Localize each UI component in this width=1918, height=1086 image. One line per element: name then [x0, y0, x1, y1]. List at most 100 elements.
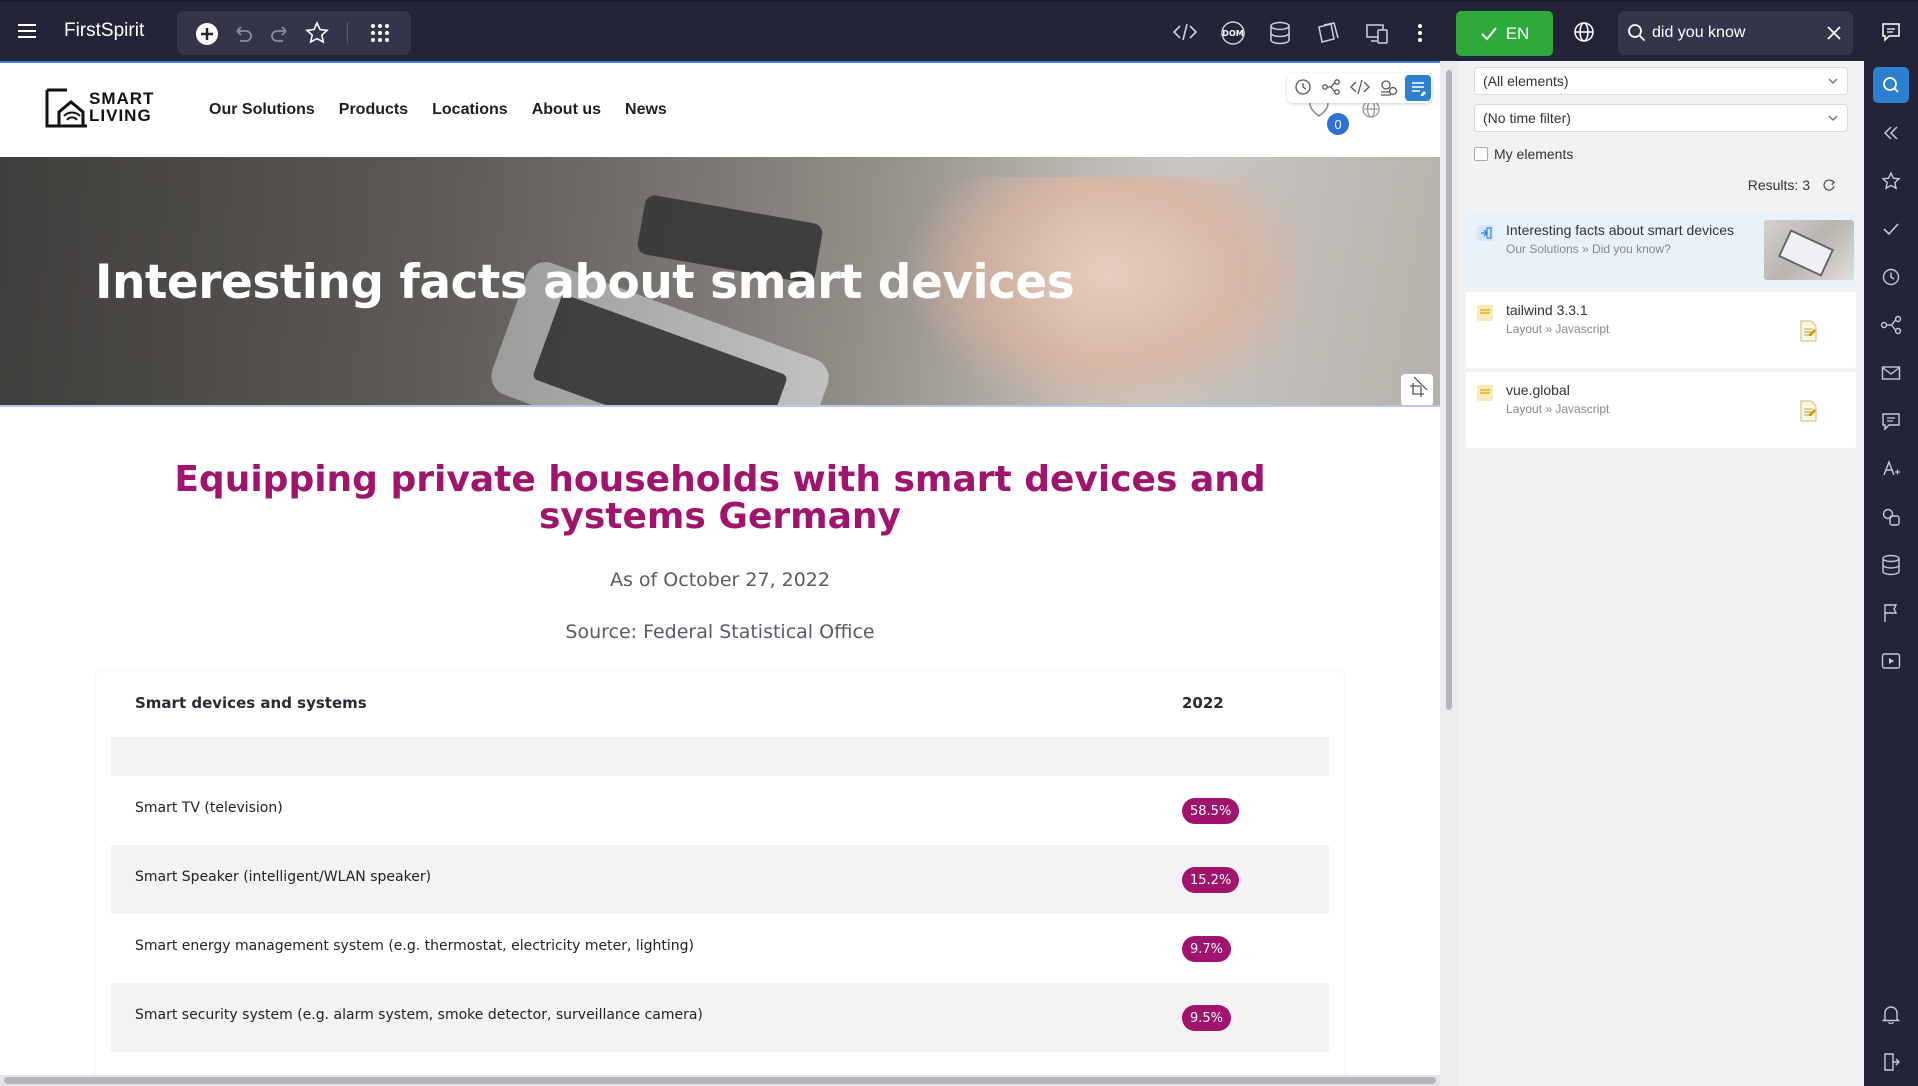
table-row-empty: [111, 737, 1329, 776]
content-heading: Equipping private households with smart …: [174, 459, 1266, 537]
video-play-icon: [1881, 653, 1901, 669]
app-grid-icon[interactable]: [369, 22, 391, 44]
structure-tree-icon[interactable]: [1321, 78, 1341, 100]
source-code-icon[interactable]: [1172, 22, 1198, 42]
source-line: Source: Federal Statistical Office: [565, 621, 875, 643]
comments-icon[interactable]: [1880, 21, 1902, 43]
table-cell-label: Smart TV (television): [135, 800, 283, 816]
undo-icon[interactable]: [232, 23, 254, 43]
time-filter[interactable]: (No time filter): [1474, 104, 1848, 132]
rail-search-button[interactable]: [1873, 67, 1909, 103]
table-cell-label: Smart security system (e.g. alarm system…: [135, 1007, 703, 1023]
database-icon: [1882, 554, 1900, 576]
redo-icon[interactable]: [269, 23, 291, 43]
history-icon[interactable]: [1294, 78, 1312, 100]
logo-line-2: LIVING: [89, 106, 152, 125]
rail-logout-button[interactable]: [1873, 1044, 1909, 1080]
workflow-icon[interactable]: [1378, 78, 1398, 102]
chevron-down-icon: [1828, 115, 1838, 122]
rail-media-button[interactable]: [1873, 643, 1909, 679]
page-reference-icon: [1477, 225, 1493, 241]
horizontal-scrollbar-thumb[interactable]: [4, 1077, 1436, 1084]
rail-collapse-button[interactable]: [1873, 115, 1909, 151]
table-header-devices: Smart devices and systems: [135, 694, 367, 712]
toolbar-divider: [347, 22, 348, 44]
star-icon: [1881, 171, 1901, 190]
add-icon[interactable]: [195, 22, 219, 46]
search-input[interactable]: [1652, 20, 1812, 46]
time-filter-value: (No time filter): [1483, 110, 1571, 126]
nav-our-solutions[interactable]: Our Solutions: [209, 101, 315, 119]
value-badge: 15.2%: [1182, 867, 1240, 893]
shapes-icon: [1882, 508, 1900, 526]
refresh-icon[interactable]: [1822, 178, 1836, 192]
nav-locations[interactable]: Locations: [432, 101, 508, 119]
element-edit-toolbar: [1287, 73, 1432, 103]
rail-translate-button[interactable]: [1873, 451, 1909, 487]
rail-structure-button[interactable]: [1873, 307, 1909, 343]
result-thumbnail: [1764, 220, 1854, 280]
responsive-preview-icon[interactable]: [1365, 21, 1389, 45]
rail-favorites-button[interactable]: [1873, 163, 1909, 199]
nav-about-us[interactable]: About us: [532, 101, 601, 119]
document-icon: [1800, 320, 1817, 342]
chevron-down-icon: [1828, 78, 1838, 85]
edit-tool-group: [177, 11, 411, 55]
search-box: [1618, 11, 1853, 55]
hero-banner: Interesting facts about smart devices: [0, 157, 1440, 407]
element-type-filter[interactable]: (All elements): [1474, 67, 1848, 95]
flag-icon: [1884, 604, 1898, 622]
script-file-icon: [1477, 305, 1493, 321]
nav-news[interactable]: News: [625, 101, 667, 119]
rail-chat-button[interactable]: [1873, 403, 1909, 439]
rail-shapes-button[interactable]: [1873, 499, 1909, 535]
checkmark-icon: [1480, 26, 1497, 40]
rail-tasks-button[interactable]: [1873, 211, 1909, 247]
hamburger-menu-icon[interactable]: [16, 20, 38, 42]
statistics-table: Smart devices and systems 2022 Smart TV …: [96, 672, 1344, 1075]
globe-icon[interactable]: [1573, 21, 1595, 43]
rail-notifications-button[interactable]: [1873, 996, 1909, 1032]
favorite-star-icon[interactable]: [305, 21, 329, 45]
my-elements-checkbox[interactable]: [1474, 147, 1488, 161]
more-options-icon[interactable]: [1416, 22, 1424, 44]
code-view-icon[interactable]: [1349, 78, 1371, 100]
my-elements-toggle[interactable]: My elements: [1474, 146, 1573, 162]
nav-products[interactable]: Products: [339, 101, 408, 119]
table-cell-label: Smart energy management system (e.g. the…: [135, 938, 694, 954]
dom-inspector-icon[interactable]: DOM: [1220, 21, 1246, 45]
results-summary: Results: 3: [1748, 177, 1836, 193]
result-path: Layout » Javascript: [1506, 402, 1610, 416]
search-icon: [1883, 77, 1899, 93]
language-button[interactable]: EN: [1456, 11, 1553, 56]
search-results-panel: (All elements) (No time filter) My eleme…: [1458, 61, 1864, 1086]
site-header: SMART LIVING Our Solutions Products Loca…: [0, 61, 1440, 156]
table-row: Smart Speaker (intelligent/WLAN speaker)…: [111, 845, 1329, 914]
result-title: tailwind 3.3.1: [1506, 302, 1588, 318]
edit-content-button[interactable]: [1405, 75, 1431, 101]
double-chevron-left-icon: [1883, 126, 1898, 140]
table-cell-label: Smart Speaker (intelligent/WLAN speaker): [135, 869, 432, 885]
logout-door-icon: [1884, 1053, 1900, 1071]
rail-flag-button[interactable]: [1873, 595, 1909, 631]
search-result-item[interactable]: tailwind 3.3.1 Layout » Javascript: [1466, 292, 1856, 368]
database-icon[interactable]: [1269, 21, 1291, 45]
table-row: Smart security system (e.g. alarm system…: [111, 983, 1329, 1052]
rail-database-button[interactable]: [1873, 547, 1909, 583]
vertical-scrollbar-thumb[interactable]: [1446, 70, 1452, 710]
logo-line-1: SMART: [89, 89, 155, 108]
table-row: Smart energy management system (e.g. the…: [111, 914, 1329, 983]
search-result-item[interactable]: vue.global Layout » Javascript: [1466, 372, 1856, 448]
rail-messages-button[interactable]: [1873, 355, 1909, 391]
edit-pencil-icon[interactable]: [1412, 375, 1430, 397]
table-row: Smart TV (television) 58.5%: [111, 776, 1329, 845]
clock-icon: [1882, 268, 1900, 286]
rail-history-button[interactable]: [1873, 259, 1909, 295]
search-result-item[interactable]: Interesting facts about smart devices Ou…: [1466, 212, 1856, 288]
house-logo-icon: [45, 88, 87, 128]
structure-tree-icon: [1880, 315, 1902, 335]
clear-search-icon[interactable]: [1825, 24, 1843, 42]
table-header-year: 2022: [1182, 694, 1224, 712]
smart-living-logo[interactable]: SMART LIVING: [45, 86, 165, 130]
pages-icon[interactable]: [1316, 21, 1342, 45]
